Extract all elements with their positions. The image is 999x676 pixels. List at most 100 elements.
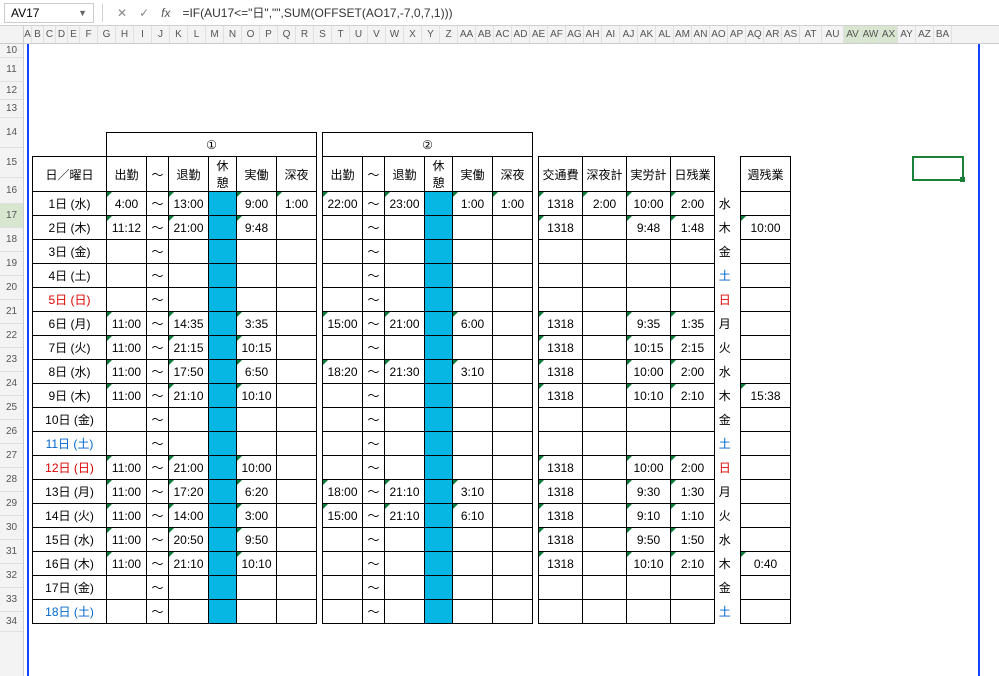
col-header-AJ[interactable]: AJ xyxy=(620,26,638,43)
col-header-R[interactable]: R xyxy=(296,26,314,43)
col-header-I[interactable]: I xyxy=(134,26,152,43)
col-header-V[interactable]: V xyxy=(368,26,386,43)
col-header-AW[interactable]: AW xyxy=(862,26,880,43)
cells[interactable]: 1 ページ ①②日／曜日出勤～退勤休憩実働深夜出勤～退勤休憩実働深夜交通費深夜計… xyxy=(24,44,999,676)
col-header-B[interactable]: B xyxy=(32,26,44,43)
col-header-T[interactable]: T xyxy=(332,26,350,43)
col-header-AN[interactable]: AN xyxy=(692,26,710,43)
col-header-D[interactable]: D xyxy=(56,26,68,43)
col-header-Y[interactable]: Y xyxy=(422,26,440,43)
row-header-15[interactable]: 15 xyxy=(0,148,23,178)
col-header-AR[interactable]: AR xyxy=(764,26,782,43)
column-headers: ABCDEFGHIJKLMNOPQRSTUVWXYZAAABACADAEAFAG… xyxy=(0,26,999,44)
col-header-AX[interactable]: AX xyxy=(880,26,898,43)
row-header-14[interactable]: 14 xyxy=(0,118,23,148)
col-header-AD[interactable]: AD xyxy=(512,26,530,43)
row-header-31[interactable]: 31 xyxy=(0,540,23,564)
col-header-AM[interactable]: AM xyxy=(674,26,692,43)
col-header-AK[interactable]: AK xyxy=(638,26,656,43)
row-header-25[interactable]: 25 xyxy=(0,396,23,420)
col-header-AO[interactable]: AO xyxy=(710,26,728,43)
row-header-32[interactable]: 32 xyxy=(0,564,23,588)
row-header-10[interactable]: 10 xyxy=(0,44,23,58)
separator xyxy=(102,4,103,22)
col-header-AQ[interactable]: AQ xyxy=(746,26,764,43)
row-header-30[interactable]: 30 xyxy=(0,516,23,540)
col-header-AB[interactable]: AB xyxy=(476,26,494,43)
col-header-J[interactable]: J xyxy=(152,26,170,43)
col-header-AL[interactable]: AL xyxy=(656,26,674,43)
formula-input[interactable]: =IF(AU17<="日","",SUM(OFFSET(AO17,-7,0,7,… xyxy=(176,3,995,23)
row-header-13[interactable]: 13 xyxy=(0,100,23,118)
row-header-20[interactable]: 20 xyxy=(0,276,23,300)
row-header-19[interactable]: 19 xyxy=(0,252,23,276)
col-header-E[interactable]: E xyxy=(68,26,80,43)
col-header-G[interactable]: G xyxy=(98,26,116,43)
name-box-value: AV17 xyxy=(11,6,39,20)
col-header-O[interactable]: O xyxy=(242,26,260,43)
col-header-P[interactable]: P xyxy=(260,26,278,43)
row-header-27[interactable]: 27 xyxy=(0,444,23,468)
name-box[interactable]: AV17 ▼ xyxy=(4,3,94,23)
col-header-AC[interactable]: AC xyxy=(494,26,512,43)
row-header-11[interactable]: 11 xyxy=(0,58,23,82)
grid: 1011121314151617181920212223242526272829… xyxy=(0,44,999,676)
col-header-S[interactable]: S xyxy=(314,26,332,43)
col-header-AF[interactable]: AF xyxy=(548,26,566,43)
row-header-18[interactable]: 18 xyxy=(0,228,23,252)
select-all-corner[interactable] xyxy=(0,26,24,43)
col-header-K[interactable]: K xyxy=(170,26,188,43)
worksheet-table: ①②日／曜日出勤～退勤休憩実働深夜出勤～退勤休憩実働深夜交通費深夜計実労計日残業… xyxy=(32,132,791,624)
table-row: 2日 (木)11:12～21:009:48～13189:481:48木10:00 xyxy=(33,216,791,240)
row-header-29[interactable]: 29 xyxy=(0,492,23,516)
col-header-AP[interactable]: AP xyxy=(728,26,746,43)
col-header-A[interactable]: A xyxy=(24,26,32,43)
col-header-AY[interactable]: AY xyxy=(898,26,916,43)
col-header-L[interactable]: L xyxy=(188,26,206,43)
col-header-AS[interactable]: AS xyxy=(782,26,800,43)
col-header-AI[interactable]: AI xyxy=(602,26,620,43)
col-header-U[interactable]: U xyxy=(350,26,368,43)
table-row: 7日 (火)11:00～21:1510:15～131810:152:15火 xyxy=(33,336,791,360)
row-header-16[interactable]: 16 xyxy=(0,178,23,204)
col-header-Q[interactable]: Q xyxy=(278,26,296,43)
fx-icon[interactable]: fx xyxy=(155,6,176,20)
table-row: 3日 (金)～～金 xyxy=(33,240,791,264)
table-row: 5日 (日)～～日 xyxy=(33,288,791,312)
fill-handle[interactable] xyxy=(960,177,965,182)
row-header-33[interactable]: 33 xyxy=(0,588,23,612)
row-headers: 1011121314151617181920212223242526272829… xyxy=(0,44,24,676)
col-header-F[interactable]: F xyxy=(80,26,98,43)
row-header-17[interactable]: 17 xyxy=(0,204,23,228)
row-header-24[interactable]: 24 xyxy=(0,372,23,396)
table-row: 10日 (金)～～金 xyxy=(33,408,791,432)
col-header-AG[interactable]: AG xyxy=(566,26,584,43)
table-row: 18日 (土)～～土 xyxy=(33,600,791,624)
row-header-34[interactable]: 34 xyxy=(0,612,23,632)
row-header-26[interactable]: 26 xyxy=(0,420,23,444)
col-header-W[interactable]: W xyxy=(386,26,404,43)
col-header-BA[interactable]: BA xyxy=(934,26,952,43)
active-cell-indicator xyxy=(912,156,964,181)
row-header-23[interactable]: 23 xyxy=(0,348,23,372)
col-header-M[interactable]: M xyxy=(206,26,224,43)
col-header-AU[interactable]: AU xyxy=(822,26,844,43)
col-header-AE[interactable]: AE xyxy=(530,26,548,43)
col-header-H[interactable]: H xyxy=(116,26,134,43)
col-header-C[interactable]: C xyxy=(44,26,56,43)
row-header-22[interactable]: 22 xyxy=(0,324,23,348)
table-row: 17日 (金)～～金 xyxy=(33,576,791,600)
col-header-N[interactable]: N xyxy=(224,26,242,43)
col-header-AA[interactable]: AA xyxy=(458,26,476,43)
col-header-AT[interactable]: AT xyxy=(800,26,822,43)
col-header-Z[interactable]: Z xyxy=(440,26,458,43)
row-header-21[interactable]: 21 xyxy=(0,300,23,324)
cancel-icon[interactable]: ✕ xyxy=(111,6,133,20)
col-header-AV[interactable]: AV xyxy=(844,26,862,43)
row-header-12[interactable]: 12 xyxy=(0,82,23,100)
check-icon[interactable]: ✓ xyxy=(133,6,155,20)
col-header-AH[interactable]: AH xyxy=(584,26,602,43)
col-header-X[interactable]: X xyxy=(404,26,422,43)
row-header-28[interactable]: 28 xyxy=(0,468,23,492)
col-header-AZ[interactable]: AZ xyxy=(916,26,934,43)
